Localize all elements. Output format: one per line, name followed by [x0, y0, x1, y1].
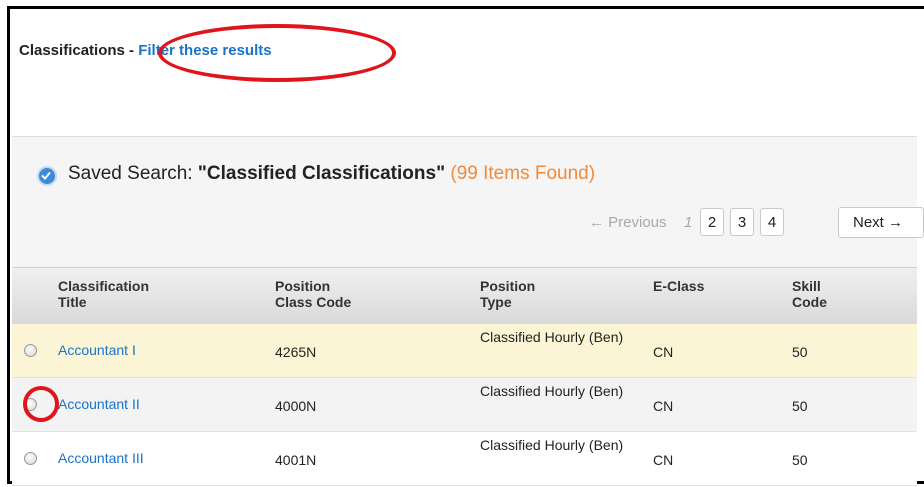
column-header-position-type[interactable]: Position Type [480, 278, 535, 310]
previous-page-button: ← Previous [589, 214, 667, 231]
classification-title-link[interactable]: Accountant II [58, 396, 140, 412]
class-code-cell: 4001N [275, 452, 317, 468]
page-2-button[interactable]: 2 [700, 208, 724, 236]
header-separator: - [124, 42, 139, 59]
row-select-radio[interactable] [24, 344, 37, 357]
current-page: 1 [684, 214, 693, 231]
classification-title-link[interactable]: Accountant I [58, 342, 136, 358]
skill-code-cell: 50 [792, 344, 808, 360]
row-select-radio[interactable] [24, 452, 37, 465]
saved-search-label: Saved Search: "Classified Classification… [68, 163, 595, 185]
saved-search-prefix: Saved Search: [68, 163, 198, 184]
column-header-classification-title[interactable]: Classification Title [58, 278, 149, 310]
next-page-button[interactable]: Next → [838, 207, 924, 238]
page-title: Classifications [19, 42, 125, 59]
class-code-cell: 4000N [275, 398, 317, 414]
table-row: Accountant II 4000N Classified Hourly (B… [12, 378, 917, 432]
check-icon [37, 166, 57, 186]
page-3-button[interactable]: 3 [730, 208, 754, 236]
e-class-cell: CN [653, 344, 674, 360]
page-4-button[interactable]: 4 [760, 208, 784, 236]
position-type-cell: Classified Hourly (Ben) [480, 329, 624, 345]
items-found-count: (99 Items Found) [450, 163, 596, 184]
skill-code-cell: 50 [792, 452, 808, 468]
classification-title-link[interactable]: Accountant III [58, 450, 144, 466]
table-header: Classification Title Position Class Code… [12, 267, 917, 324]
column-header-position-class-code[interactable]: Position Class Code [275, 278, 351, 310]
table-row: Accountant III 4001N Classified Hourly (… [12, 432, 917, 486]
position-type-cell: Classified Hourly (Ben) [480, 437, 624, 453]
class-code-cell: 4265N [275, 344, 317, 360]
results-panel [12, 136, 917, 267]
column-header-e-class[interactable]: E-Class [653, 278, 704, 294]
saved-search-name: "Classified Classifications" [197, 163, 446, 184]
table-row: Accountant I 4265N Classified Hourly (Be… [12, 324, 917, 378]
e-class-cell: CN [653, 398, 674, 414]
annotation-circle-radio-button [23, 386, 59, 422]
e-class-cell: CN [653, 452, 674, 468]
annotation-circle-filter-link [158, 24, 396, 82]
position-type-cell: Classified Hourly (Ben) [480, 383, 624, 399]
column-header-skill-code[interactable]: Skill Code [792, 278, 827, 310]
skill-code-cell: 50 [792, 398, 808, 414]
